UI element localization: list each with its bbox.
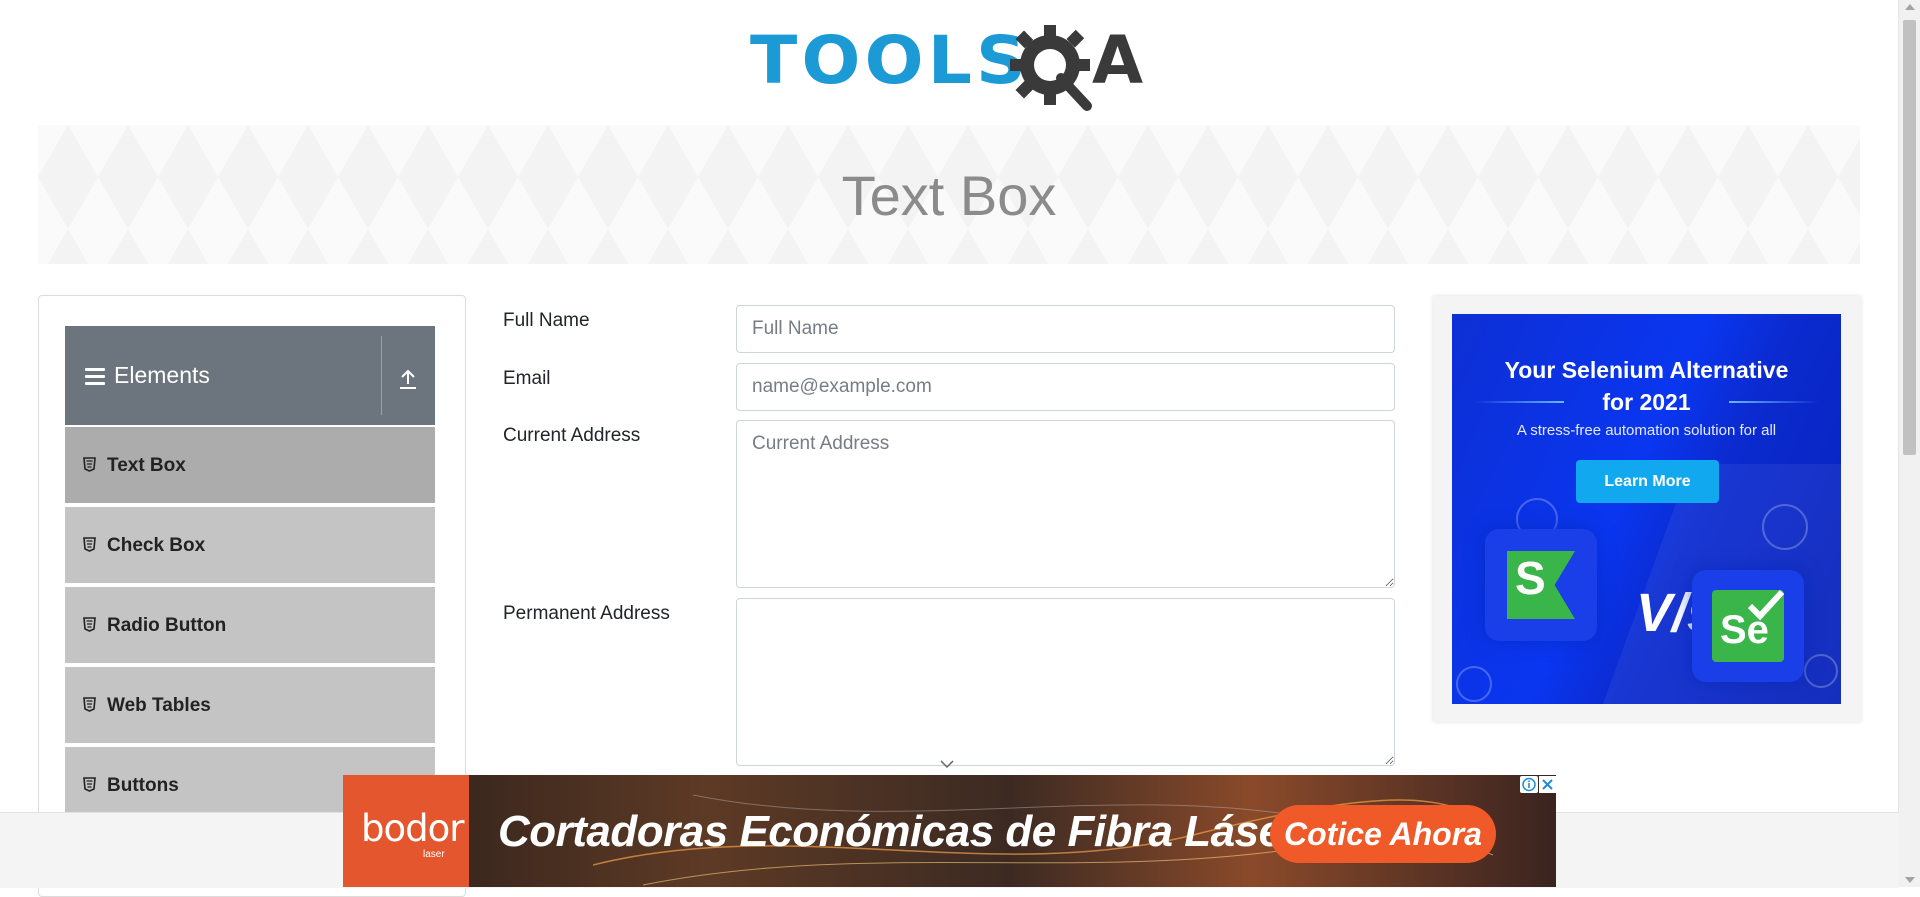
sidebar-group-title: Elements [114,362,210,388]
full-name-input[interactable] [736,305,1395,353]
sidebar-group-elements[interactable]: Elements [65,326,435,425]
sidebar-item-label: Text Box [107,455,186,476]
permanent-address-label: Permanent Address [503,603,670,624]
divider [381,336,382,415]
logo-text: TOOLS [750,22,1031,99]
ad-subtitle: A stress-free automation solution for al… [1516,422,1777,439]
chevron-down-icon[interactable] [939,759,955,769]
current-address-textarea[interactable] [736,420,1395,588]
html5-icon [83,537,96,552]
page-scrollbar[interactable] [1898,0,1920,887]
sidebar-item-web-tables[interactable]: Web Tables [65,665,435,743]
sidebar-item-label: Radio Button [107,615,227,636]
browser-icon [1456,666,1492,702]
html5-icon [83,617,96,632]
upload-arrow-icon[interactable] [399,368,417,390]
scroll-down-arrow-icon[interactable] [1905,877,1915,883]
html5-icon [83,697,96,712]
bodor-logo: bodor laser [343,775,469,887]
sidebar-item-label: Buttons [107,775,179,796]
html5-icon [83,457,96,472]
selenium-logo: Se [1692,570,1804,682]
full-name-label: Full Name [503,310,590,331]
email-label: Email [503,368,551,389]
scroll-thumb[interactable] [1903,20,1916,455]
gear-magnifier-icon [1010,25,1092,111]
hamburger-icon [85,368,105,386]
close-icon[interactable] [1539,776,1556,793]
cube-icon [1804,654,1838,688]
brand-name: bodor [361,807,464,850]
email-input[interactable] [736,363,1395,411]
footer-ad[interactable]: bodor laser Cortadoras Económicas de Fib… [343,775,1556,887]
page-title: Text Box [841,164,1057,227]
sidebar-item-check-box[interactable]: Check Box [65,505,435,583]
site-logo[interactable]: TOOLS A [750,18,1155,113]
html5-icon [83,777,96,792]
ad-headline: Your Selenium Alternative for 2021 [1452,354,1841,418]
ad-headline-line1: Your Selenium Alternative [1504,357,1789,383]
sidebar-item-label: Check Box [107,535,206,556]
learn-more-button[interactable]: Learn More [1576,460,1719,503]
cotice-ahora-button[interactable]: Cotice Ahora [1270,805,1496,863]
ad-choices-icon[interactable] [1520,776,1538,793]
scroll-up-arrow-icon[interactable] [1905,4,1915,10]
footer-ad-headline: Cortadoras Económicas de Fibra Láser [498,807,1300,856]
side-ad[interactable]: Your Selenium Alternative for 2021 A str… [1452,314,1841,704]
code-icon [1762,504,1808,550]
permanent-address-textarea[interactable] [736,598,1395,766]
sidebar-item-label: Web Tables [107,695,211,716]
ad-accent-line [1474,401,1564,403]
ad-left-logo-letter: S [1515,552,1546,604]
checkmark-icon [1747,589,1785,621]
brand-sub: laser [423,849,445,860]
ad-accent-line [1729,401,1819,403]
logo-letter-a: A [1092,22,1144,99]
page-banner: Text Box [38,125,1860,264]
katalon-logo: S [1485,529,1597,641]
sidebar-item-text-box[interactable]: Text Box [65,425,435,503]
current-address-label: Current Address [503,425,641,446]
sidebar-item-radio-button[interactable]: Radio Button [65,585,435,663]
